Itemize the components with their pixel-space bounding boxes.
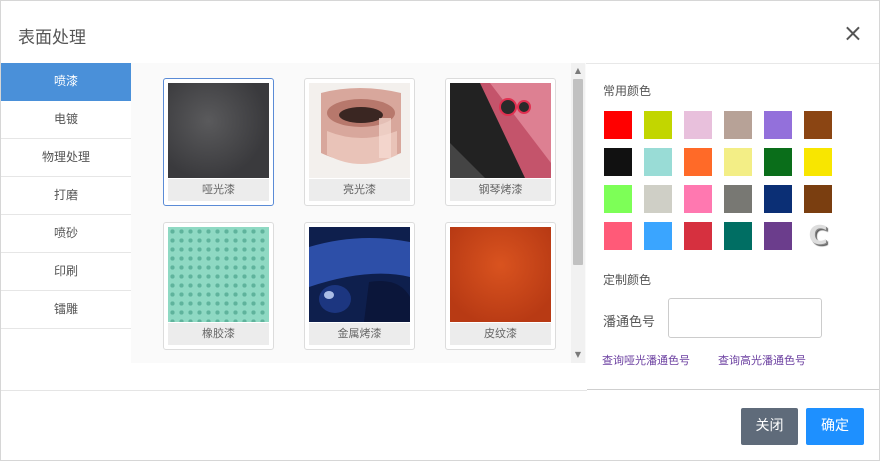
red-phone-image [450,83,551,178]
rubber-paint-swatch [168,227,269,322]
color-swatch[interactable] [644,222,672,250]
color-swatch[interactable] [604,185,632,213]
close-button[interactable]: 关闭 [741,408,798,445]
color-swatch[interactable] [724,148,752,176]
sidebar-item-sandblasting[interactable]: 喷砂 [1,215,131,253]
gloss-paint-swatch [309,83,410,178]
color-swatch[interactable] [804,148,832,176]
rose-gold-object-image [309,83,410,178]
finish-gallery: 哑光漆 亮光漆 钢琴烤漆 橡胶漆 金属烤漆 皮纹漆 ▲ ▼ [131,63,586,363]
finish-tile-matte[interactable]: 哑光漆 [163,78,274,206]
finish-tile-label: 金属烤漆 [309,323,410,345]
scroll-down-arrow-icon[interactable]: ▼ [571,349,585,361]
treatment-category-sidebar: 喷漆 电镀 物理处理 打磨 喷砂 印刷 镭雕 [1,63,132,363]
finish-tile-label: 亮光漆 [309,179,410,201]
color-swatch[interactable] [684,148,712,176]
finish-tile-label: 钢琴烤漆 [450,179,551,201]
color-swatch[interactable] [764,222,792,250]
pantone-number-label: 潘通色号 [603,315,656,330]
color-swatch[interactable] [764,111,792,139]
color-swatch[interactable] [604,222,632,250]
color-swatch[interactable] [644,111,672,139]
color-panel-divider [587,389,879,390]
color-swatch[interactable] [724,222,752,250]
sidebar-item-physical-treatment[interactable]: 物理处理 [1,139,131,177]
color-swatch[interactable] [724,111,752,139]
finish-tile-label: 皮纹漆 [450,323,551,345]
finish-tile-leather-grain[interactable]: 皮纹漆 [445,222,556,350]
finish-tile-label: 哑光漆 [168,179,269,201]
color-panel: 常用颜色 C 定制颜色 潘通色号 查询哑光潘通色号 查询高光潘通色号 [587,63,879,389]
matte-paint-swatch [168,83,269,178]
sidebar-item-spray-paint[interactable]: 喷漆 [1,63,131,101]
pantone-number-input[interactable] [668,298,822,338]
finish-tile-label: 橡胶漆 [168,323,269,345]
sidebar-item-polishing[interactable]: 打磨 [1,177,131,215]
leather-grain-swatch [450,227,551,322]
color-swatch[interactable] [644,185,672,213]
color-swatch[interactable] [644,148,672,176]
finish-tile-rubber[interactable]: 橡胶漆 [163,222,274,350]
dialog-title: 表面处理 [18,28,86,48]
color-swatch[interactable] [764,185,792,213]
surface-treatment-dialog: 表面处理 × 喷漆 电镀 物理处理 打磨 喷砂 印刷 镭雕 哑光漆 亮光漆 钢琴… [0,0,880,461]
common-colors-label: 常用颜色 [603,84,652,98]
scrollbar-thumb[interactable] [573,79,583,265]
sidebar-item-printing[interactable]: 印刷 [1,253,131,291]
footer-divider [1,390,587,391]
color-swatch[interactable] [604,111,632,139]
dialog-header: 表面处理 × [1,1,879,64]
color-swatch[interactable] [604,148,632,176]
gallery-scrollbar[interactable]: ▲ ▼ [571,63,585,363]
query-gloss-pantone-link[interactable]: 查询高光潘通色号 [718,352,806,368]
color-swatch[interactable] [684,111,712,139]
custom-color-label: 定制颜色 [603,273,652,287]
finish-tile-gloss[interactable]: 亮光漆 [304,78,415,206]
custom-color-c-icon[interactable]: C [804,222,832,250]
metallic-paint-swatch [309,227,410,322]
query-matte-pantone-link[interactable]: 查询哑光潘通色号 [602,352,690,368]
close-icon[interactable]: × [843,21,863,45]
color-swatch[interactable] [684,185,712,213]
confirm-button[interactable]: 确定 [806,408,864,445]
finish-tile-metallic[interactable]: 金属烤漆 [304,222,415,350]
color-swatch[interactable] [764,148,792,176]
finish-tile-piano-lacquer[interactable]: 钢琴烤漆 [445,78,556,206]
piano-lacquer-swatch [450,83,551,178]
color-swatch[interactable] [804,111,832,139]
color-swatch[interactable] [804,185,832,213]
color-swatch[interactable] [684,222,712,250]
color-swatch[interactable] [724,185,752,213]
sidebar-item-laser-engraving[interactable]: 镭雕 [1,291,131,329]
sidebar-item-electroplating[interactable]: 电镀 [1,101,131,139]
scroll-up-arrow-icon[interactable]: ▲ [571,65,585,77]
blue-car-image [309,227,410,322]
